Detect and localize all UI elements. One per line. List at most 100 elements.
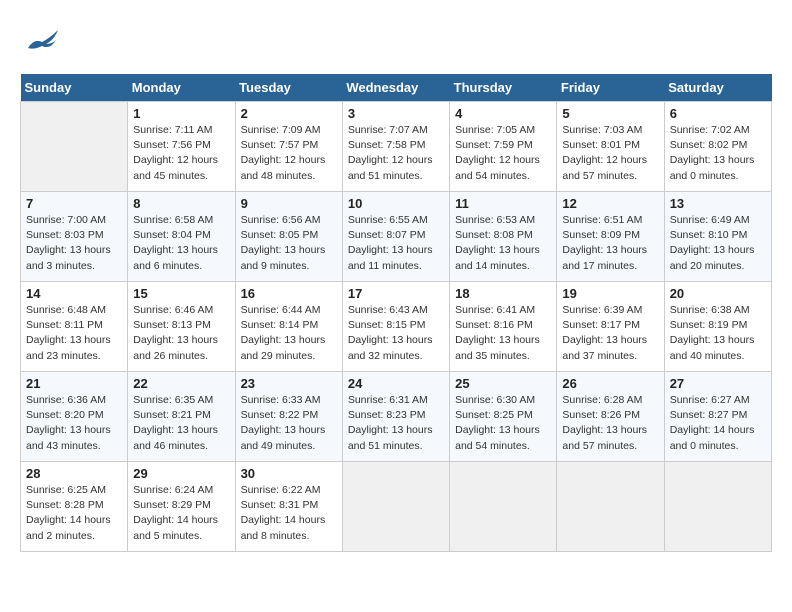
calendar-cell [342, 462, 449, 552]
day-number: 23 [241, 376, 337, 391]
sunset-label: Sunset: 7:58 PM [348, 139, 426, 151]
calendar-cell: 27Sunrise: 6:27 AMSunset: 8:27 PMDayligh… [664, 372, 771, 462]
daylight-label: Daylight: 13 hours and 6 minutes. [133, 244, 218, 271]
sunset-label: Sunset: 8:04 PM [133, 229, 211, 241]
sunrise-label: Sunrise: 6:44 AM [241, 304, 321, 316]
sunrise-label: Sunrise: 6:35 AM [133, 394, 213, 406]
column-header-friday: Friday [557, 74, 664, 102]
calendar-cell: 20Sunrise: 6:38 AMSunset: 8:19 PMDayligh… [664, 282, 771, 372]
sunrise-label: Sunrise: 6:28 AM [562, 394, 642, 406]
day-number: 29 [133, 466, 229, 481]
day-number: 11 [455, 196, 551, 211]
day-number: 21 [26, 376, 122, 391]
sunrise-label: Sunrise: 6:55 AM [348, 214, 428, 226]
sunset-label: Sunset: 8:01 PM [562, 139, 640, 151]
daylight-label: Daylight: 13 hours and 57 minutes. [562, 424, 647, 451]
sunrise-label: Sunrise: 6:56 AM [241, 214, 321, 226]
calendar-cell: 29Sunrise: 6:24 AMSunset: 8:29 PMDayligh… [128, 462, 235, 552]
calendar-cell: 9 Sunrise: 6:56 AMSunset: 8:05 PMDaylight… [235, 192, 342, 282]
daylight-label: Daylight: 13 hours and 54 minutes. [455, 424, 540, 451]
day-info: Sunrise: 6:39 AMSunset: 8:17 PMDaylight:… [562, 303, 658, 364]
calendar-cell [664, 462, 771, 552]
day-number: 6 [670, 106, 766, 121]
daylight-label: Daylight: 13 hours and 14 minutes. [455, 244, 540, 271]
sunrise-label: Sunrise: 6:27 AM [670, 394, 750, 406]
day-info: Sunrise: 6:33 AMSunset: 8:22 PMDaylight:… [241, 393, 337, 454]
day-info: Sunrise: 6:46 AMSunset: 8:13 PMDaylight:… [133, 303, 229, 364]
day-number: 2 [241, 106, 337, 121]
daylight-label: Daylight: 13 hours and 9 minutes. [241, 244, 326, 271]
day-info: Sunrise: 6:22 AMSunset: 8:31 PMDaylight:… [241, 483, 337, 544]
calendar-cell: 4Sunrise: 7:05 AMSunset: 7:59 PMDaylight… [450, 102, 557, 192]
day-info: Sunrise: 6:36 AMSunset: 8:20 PMDaylight:… [26, 393, 122, 454]
day-number: 19 [562, 286, 658, 301]
calendar-week-3: 14 Sunrise: 6:48 AMSunset: 8:11 PMDayligh… [21, 282, 772, 372]
sunset-label: Sunset: 7:57 PM [241, 139, 319, 151]
calendar-cell: 14 Sunrise: 6:48 AMSunset: 8:11 PMDayligh… [21, 282, 128, 372]
sunrise-label: Sunrise: 6:53 AM [455, 214, 535, 226]
page-header [20, 20, 772, 64]
day-number: 25 [455, 376, 551, 391]
daylight-label: Daylight: 14 hours and 8 minutes. [241, 514, 326, 541]
column-header-monday: Monday [128, 74, 235, 102]
sunset-label: Sunset: 8:15 PM [348, 319, 426, 331]
day-number: 28 [26, 466, 122, 481]
daylight-label: Daylight: 13 hours and 46 minutes. [133, 424, 218, 451]
day-info: Sunrise: 6:24 AMSunset: 8:29 PMDaylight:… [133, 483, 229, 544]
sunrise-label: Sunrise: 6:24 AM [133, 484, 213, 496]
calendar-cell: 11 Sunrise: 6:53 AMSunset: 8:08 PMDayligh… [450, 192, 557, 282]
calendar-cell: 12 Sunrise: 6:51 AMSunset: 8:09 PMDayligh… [557, 192, 664, 282]
sunset-label: Sunset: 7:56 PM [133, 139, 211, 151]
day-info: Sunrise: 6:38 AMSunset: 8:19 PMDaylight:… [670, 303, 766, 364]
sunrise-label: Sunrise: 6:25 AM [26, 484, 106, 496]
daylight-label: Daylight: 12 hours and 45 minutes. [133, 154, 218, 181]
sunset-label: Sunset: 8:27 PM [670, 409, 748, 421]
calendar-cell: 6Sunrise: 7:02 AMSunset: 8:02 PMDaylight… [664, 102, 771, 192]
sunset-label: Sunset: 8:13 PM [133, 319, 211, 331]
calendar-cell: 24Sunrise: 6:31 AMSunset: 8:23 PMDayligh… [342, 372, 449, 462]
day-number: 7 [26, 196, 122, 211]
calendar-cell: 5Sunrise: 7:03 AMSunset: 8:01 PMDaylight… [557, 102, 664, 192]
day-number: 17 [348, 286, 444, 301]
day-number: 14 [26, 286, 122, 301]
daylight-label: Daylight: 14 hours and 2 minutes. [26, 514, 111, 541]
calendar-cell: 22Sunrise: 6:35 AMSunset: 8:21 PMDayligh… [128, 372, 235, 462]
day-info: Sunrise: 7:00 AMSunset: 8:03 PMDaylight:… [26, 213, 122, 274]
day-number: 18 [455, 286, 551, 301]
day-number: 9 [241, 196, 337, 211]
sunset-label: Sunset: 8:14 PM [241, 319, 319, 331]
sunrise-label: Sunrise: 7:00 AM [26, 214, 106, 226]
daylight-label: Daylight: 13 hours and 32 minutes. [348, 334, 433, 361]
sunrise-label: Sunrise: 6:46 AM [133, 304, 213, 316]
daylight-label: Daylight: 14 hours and 0 minutes. [670, 424, 755, 451]
day-number: 15 [133, 286, 229, 301]
day-info: Sunrise: 6:48 AMSunset: 8:11 PMDaylight:… [26, 303, 122, 364]
day-info: Sunrise: 6:35 AMSunset: 8:21 PMDaylight:… [133, 393, 229, 454]
sunset-label: Sunset: 7:59 PM [455, 139, 533, 151]
calendar-week-1: 1Sunrise: 7:11 AMSunset: 7:56 PMDaylight… [21, 102, 772, 192]
sunrise-label: Sunrise: 7:07 AM [348, 124, 428, 136]
calendar-cell: 21 Sunrise: 6:36 AMSunset: 8:20 PMDayligh… [21, 372, 128, 462]
day-info: Sunrise: 6:41 AMSunset: 8:16 PMDaylight:… [455, 303, 551, 364]
sunset-label: Sunset: 8:31 PM [241, 499, 319, 511]
day-info: Sunrise: 7:07 AM Sunset: 7:58 PM Daylight:… [348, 123, 444, 184]
day-number: 10 [348, 196, 444, 211]
day-info: Sunrise: 6:56 AMSunset: 8:05 PMDaylight:… [241, 213, 337, 274]
sunset-label: Sunset: 8:09 PM [562, 229, 640, 241]
daylight-label: Daylight: 12 hours and 51 minutes. [348, 154, 433, 181]
daylight-label: Daylight: 13 hours and 35 minutes. [455, 334, 540, 361]
calendar-cell [450, 462, 557, 552]
day-number: 12 [562, 196, 658, 211]
daylight-label: Daylight: 13 hours and 11 minutes. [348, 244, 433, 271]
column-header-tuesday: Tuesday [235, 74, 342, 102]
calendar-cell: 3Sunrise: 7:07 AMSunset: 7:58 PMDaylight… [342, 102, 449, 192]
logo [20, 20, 68, 64]
day-info: Sunrise: 6:51 AMSunset: 8:09 PMDaylight:… [562, 213, 658, 274]
daylight-label: Daylight: 12 hours and 54 minutes. [455, 154, 540, 181]
sunset-label: Sunset: 8:11 PM [26, 319, 103, 331]
calendar-cell: 2Sunrise: 7:09 AMSunset: 7:57 PMDaylight… [235, 102, 342, 192]
calendar-cell: 26Sunrise: 6:28 AMSunset: 8:26 PMDayligh… [557, 372, 664, 462]
day-info: Sunrise: 6:53 AMSunset: 8:08 PMDaylight:… [455, 213, 551, 274]
sunset-label: Sunset: 8:29 PM [133, 499, 211, 511]
day-info: Sunrise: 6:44 AMSunset: 8:14 PMDaylight:… [241, 303, 337, 364]
